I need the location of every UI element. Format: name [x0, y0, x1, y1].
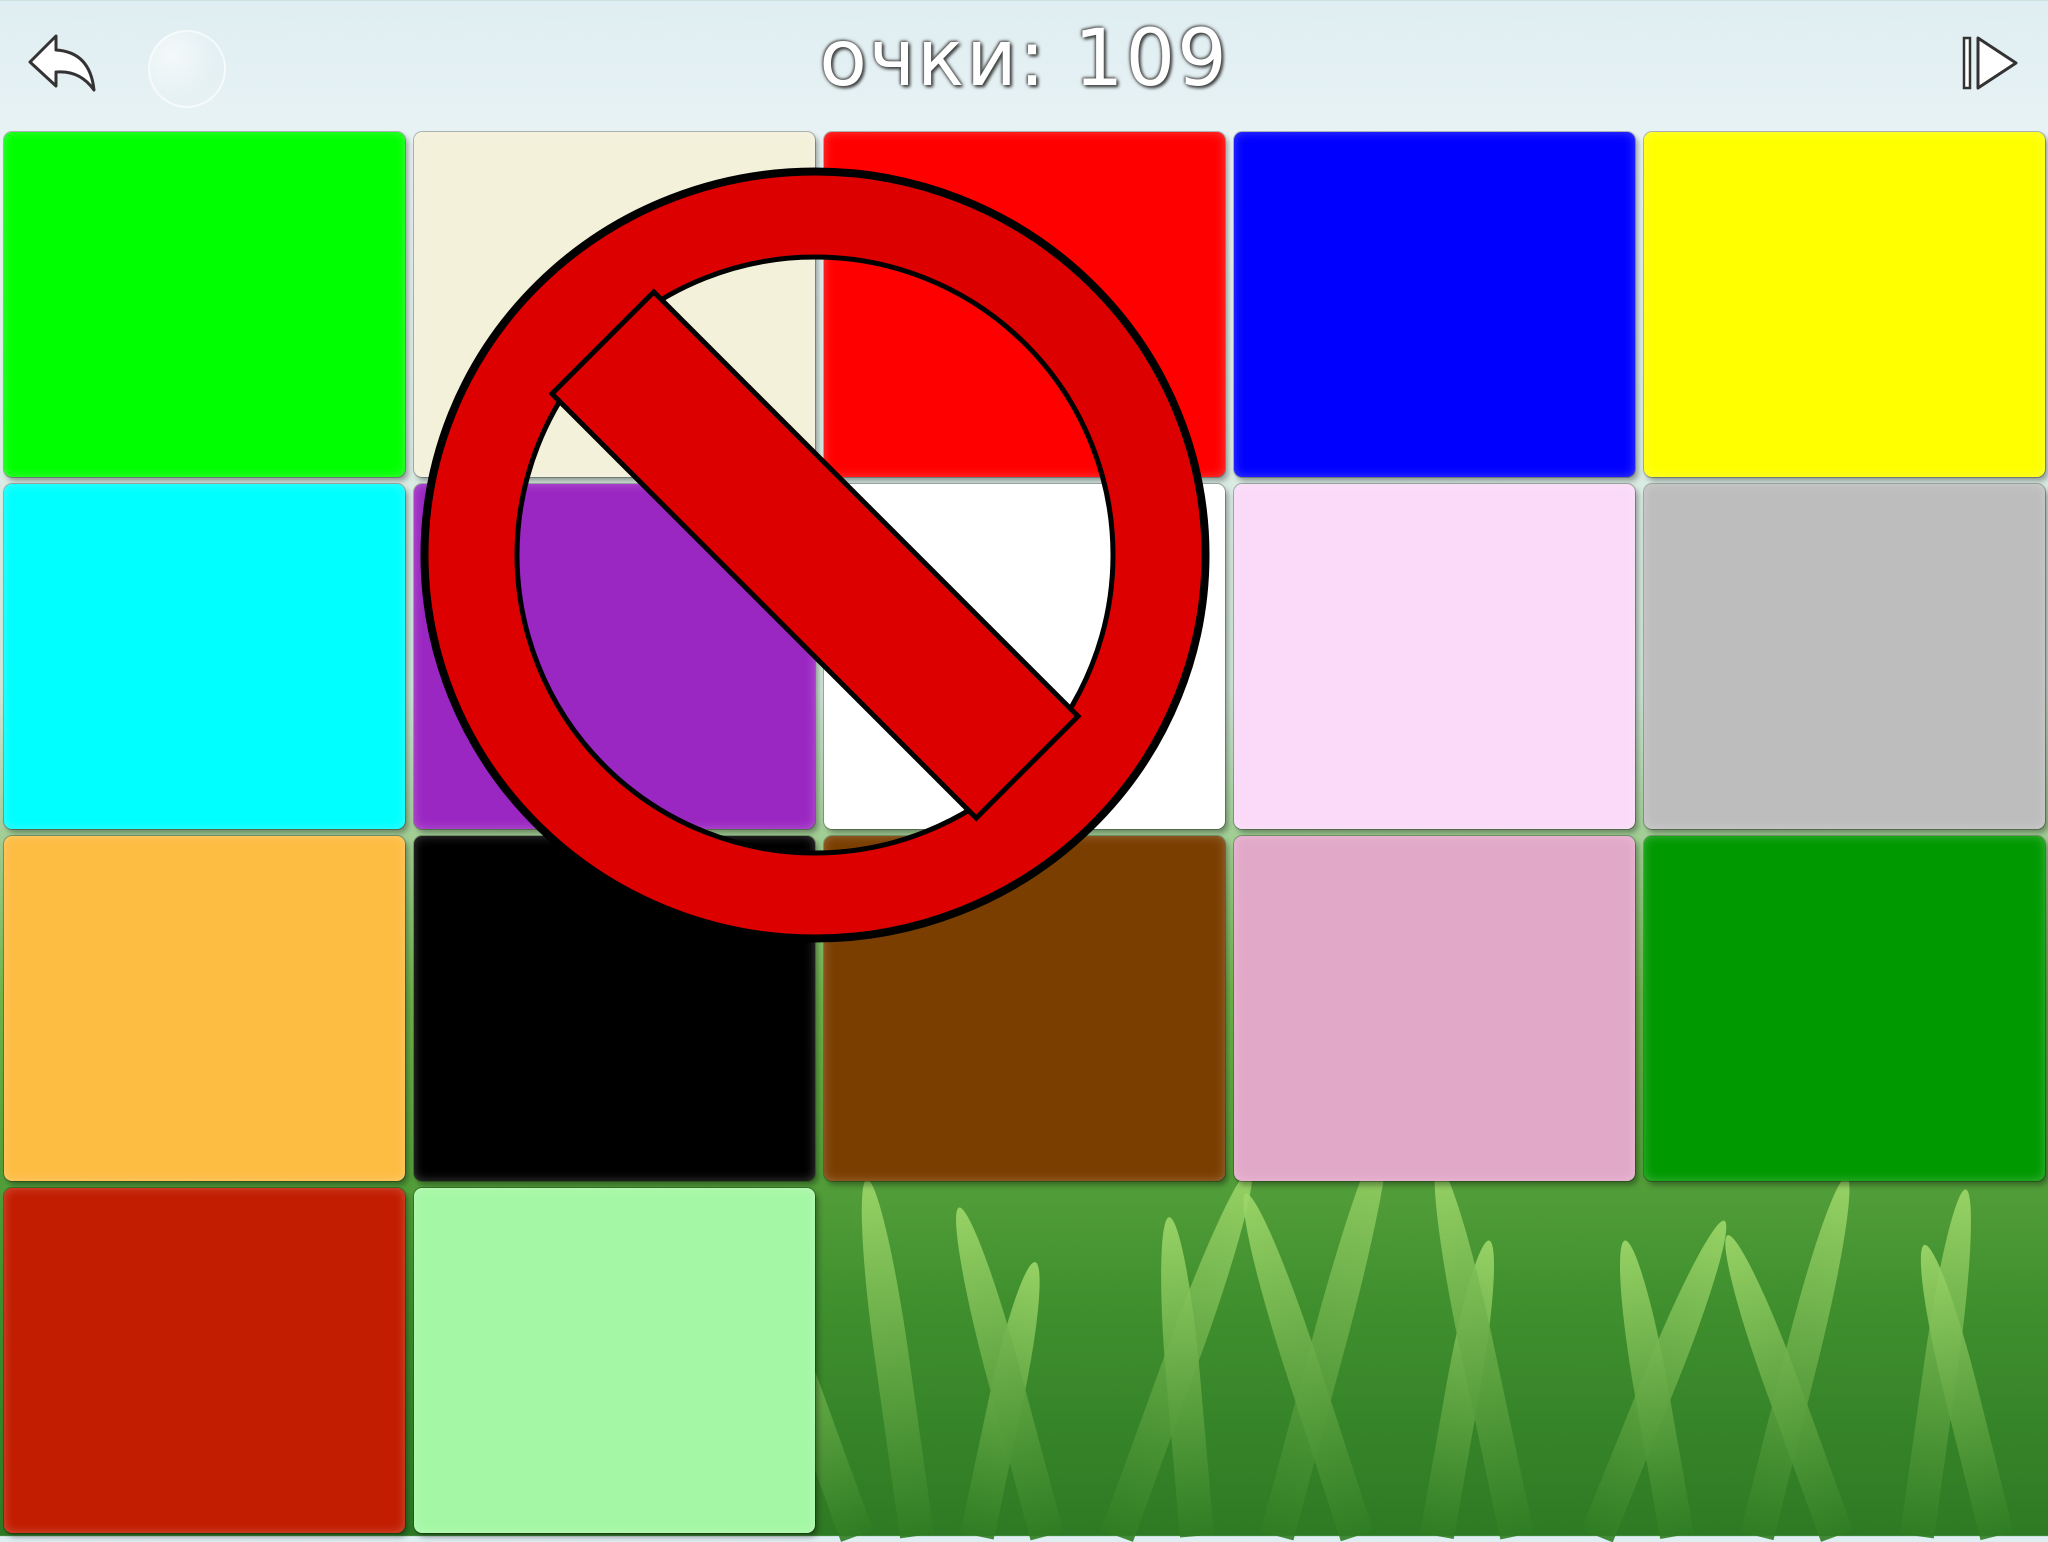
- color-tile-gray[interactable]: [1644, 484, 2045, 829]
- color-tile-green[interactable]: [4, 132, 405, 477]
- color-tile-brown[interactable]: [824, 836, 1225, 1181]
- skip-forward-icon: [1962, 36, 2018, 90]
- color-tile-purple[interactable]: [414, 484, 815, 829]
- color-tile-black[interactable]: [414, 836, 815, 1181]
- color-tile-light-green[interactable]: [414, 1188, 815, 1533]
- color-tile-dusty-pink[interactable]: [1234, 836, 1635, 1181]
- score-label: очки: 109: [819, 14, 1229, 104]
- color-tile-red[interactable]: [824, 132, 1225, 477]
- color-tile-white[interactable]: [824, 484, 1225, 829]
- color-tile-blue[interactable]: [1234, 132, 1635, 477]
- color-tile-dark-red[interactable]: [4, 1188, 405, 1533]
- color-tile-beige[interactable]: [414, 132, 815, 477]
- skip-button[interactable]: [1950, 28, 2030, 98]
- color-tile-light-pink[interactable]: [1234, 484, 1635, 829]
- top-bar: очки: 109: [0, 0, 2048, 130]
- color-tile-dark-green[interactable]: [1644, 836, 2045, 1181]
- color-tile-cyan[interactable]: [4, 484, 405, 829]
- color-tile-orange[interactable]: [4, 836, 405, 1181]
- color-tile-yellow[interactable]: [1644, 132, 2045, 477]
- color-grid: [4, 132, 2045, 1533]
